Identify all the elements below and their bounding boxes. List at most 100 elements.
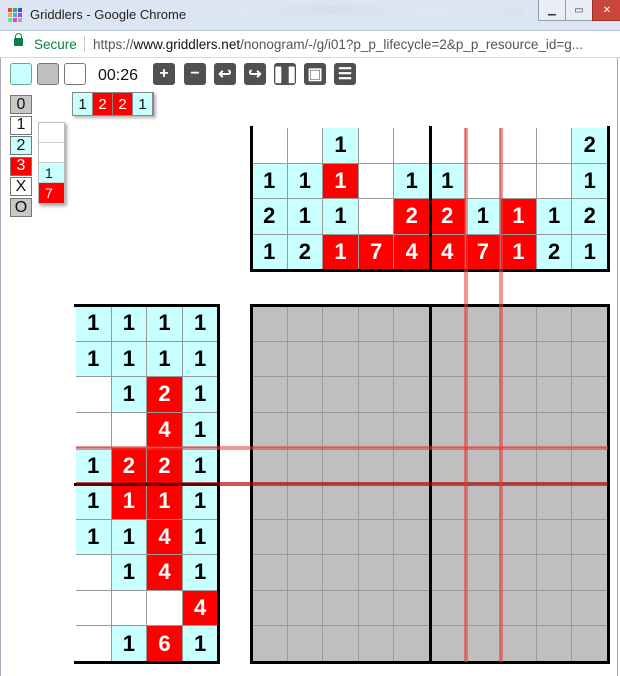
grid-cell[interactable] [465, 590, 502, 627]
grid-cell[interactable] [287, 448, 324, 484]
grid-cell[interactable] [536, 412, 573, 449]
grid-cell[interactable] [358, 484, 395, 520]
grid-cell[interactable] [536, 341, 573, 378]
grid-cell[interactable] [252, 306, 288, 342]
grid-cell[interactable] [536, 484, 573, 520]
undo-button[interactable]: ↩ [214, 63, 236, 85]
grid-cell[interactable] [501, 555, 537, 591]
zoom-out-button[interactable]: − [184, 63, 206, 85]
grid-cell[interactable] [287, 341, 324, 378]
grid-cell[interactable] [536, 377, 573, 413]
grid-cell[interactable] [536, 306, 573, 342]
grid-cell[interactable] [572, 590, 608, 627]
grid-cell[interactable] [358, 590, 395, 627]
grid-cell[interactable] [323, 590, 359, 627]
grid-cell[interactable] [323, 341, 359, 378]
url-text[interactable]: https://www.griddlers.net/nonogram/-/g/i… [93, 37, 583, 52]
grid-cell[interactable] [287, 626, 324, 662]
grid-cell[interactable] [323, 377, 359, 413]
grid-cell[interactable] [536, 555, 573, 591]
grid-cell[interactable] [430, 412, 466, 449]
grid-cell[interactable] [501, 377, 537, 413]
grid-cell[interactable] [358, 306, 395, 342]
grid-cell[interactable] [358, 448, 395, 484]
grid-cell[interactable] [465, 555, 502, 591]
grid-cell[interactable] [501, 341, 537, 378]
grid-cell[interactable] [430, 519, 466, 556]
grid-cell[interactable] [465, 377, 502, 413]
grid-cell[interactable] [358, 412, 395, 449]
grid-cell[interactable] [394, 626, 430, 662]
grid-cell[interactable] [536, 626, 573, 662]
grid-cell[interactable] [501, 626, 537, 662]
grid-cell[interactable] [465, 341, 502, 378]
grid-cell[interactable] [323, 412, 359, 449]
grid-cell[interactable] [572, 306, 608, 342]
grid-cell[interactable] [252, 448, 288, 484]
grid-cell[interactable] [501, 519, 537, 556]
grid-cell[interactable] [358, 626, 395, 662]
grid-cell[interactable] [394, 412, 430, 449]
grid-cell[interactable] [252, 626, 288, 662]
grid-cell[interactable] [465, 484, 502, 520]
grid-cell[interactable] [287, 590, 324, 627]
grid-cell[interactable] [287, 555, 324, 591]
maximize-button[interactable]: ▭ [565, 0, 593, 21]
grid-cell[interactable] [252, 590, 288, 627]
grid-cell[interactable] [394, 484, 430, 520]
grid-cell[interactable] [394, 590, 430, 627]
grid-cell[interactable] [394, 448, 430, 484]
color-swatch-gray[interactable] [37, 63, 59, 85]
grid-cell[interactable] [501, 448, 537, 484]
grid-cell[interactable] [394, 377, 430, 413]
grid-cell[interactable] [323, 555, 359, 591]
grid-cell[interactable] [430, 626, 466, 662]
grid-cell[interactable] [252, 519, 288, 556]
grid-cell[interactable] [572, 341, 608, 378]
grid-cell[interactable] [430, 377, 466, 413]
grid-cell[interactable] [465, 448, 502, 484]
grid-cell[interactable] [252, 377, 288, 413]
grid-cell[interactable] [287, 377, 324, 413]
palette-item-x[interactable]: X [10, 177, 32, 197]
palette-item-1[interactable]: 1 [10, 115, 32, 135]
grid-cell[interactable] [572, 448, 608, 484]
redo-button[interactable]: ↪ [244, 63, 266, 85]
grid-cell[interactable] [323, 484, 359, 520]
grid-cell[interactable] [287, 519, 324, 556]
palette-item-o[interactable]: O [10, 198, 32, 217]
grid-cell[interactable] [323, 448, 359, 484]
pause-button[interactable]: ❚❚ [272, 63, 298, 85]
grid-cell[interactable] [430, 484, 466, 520]
grid-cell[interactable] [252, 555, 288, 591]
grid-cell[interactable] [430, 590, 466, 627]
grid-cell[interactable] [323, 626, 359, 662]
grid-cell[interactable] [394, 519, 430, 556]
grid-cell[interactable] [358, 377, 395, 413]
color-swatch-white[interactable] [64, 63, 86, 85]
grid-cell[interactable] [572, 377, 608, 413]
address-bar[interactable]: Secure https://www.griddlers.net/nonogra… [0, 31, 620, 58]
grid-cell[interactable] [430, 306, 466, 342]
zoom-in-button[interactable]: + [153, 63, 175, 85]
menu-button[interactable]: ☰ [334, 63, 356, 85]
palette-item-2[interactable]: 2 [10, 136, 32, 156]
grid-cell[interactable] [572, 626, 608, 662]
grid-cell[interactable] [501, 306, 537, 342]
grid-cell[interactable] [536, 590, 573, 627]
grid-cell[interactable] [501, 484, 537, 520]
palette-item-3[interactable]: 3 [10, 156, 32, 176]
grid-cell[interactable] [394, 555, 430, 591]
grid-cell[interactable] [501, 590, 537, 627]
grid-cell[interactable] [465, 412, 502, 449]
grid-cell[interactable] [430, 555, 466, 591]
grid-cell[interactable] [358, 555, 395, 591]
grid-cell[interactable] [394, 341, 430, 378]
close-button[interactable]: ✕ [592, 0, 620, 21]
minimize-button[interactable]: ▁ [538, 0, 566, 21]
grid-cell[interactable] [287, 412, 324, 449]
grid-cell[interactable] [572, 484, 608, 520]
grid-cell[interactable] [572, 555, 608, 591]
save-button[interactable]: ▣ [304, 63, 326, 85]
grid-cell[interactable] [572, 412, 608, 449]
